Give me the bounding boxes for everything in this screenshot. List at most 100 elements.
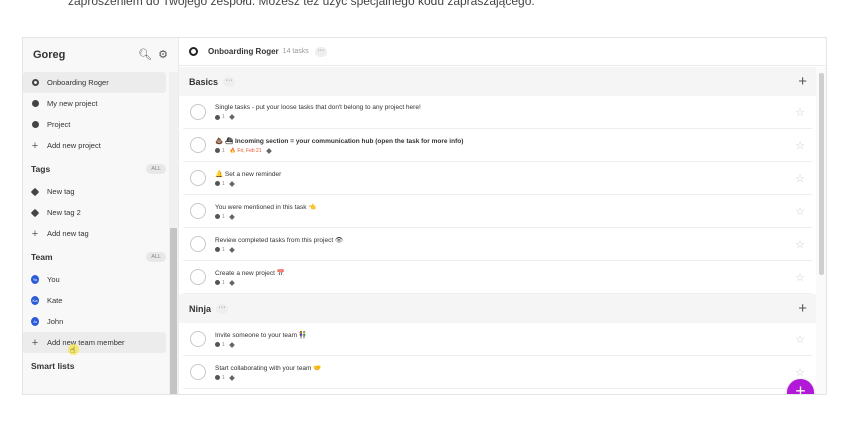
task-list: Basics ··· + Single tasks - put your loose … bbox=[179, 67, 816, 394]
main-panel: Onboarding Roger 14 tasks ··· Basics ··· +… bbox=[179, 38, 826, 394]
tags-title: Tags bbox=[31, 163, 51, 174]
star-icon[interactable]: ☆ bbox=[788, 271, 812, 284]
team-all-button[interactable]: ALL bbox=[146, 251, 166, 262]
main-scrollbar[interactable] bbox=[816, 67, 826, 394]
smart-lists-header[interactable]: Smart lists bbox=[23, 353, 166, 378]
star-icon[interactable]: ☆ bbox=[788, 366, 812, 379]
task-title[interactable]: Create a new project 📅 bbox=[215, 269, 788, 277]
project-header: Onboarding Roger 14 tasks ··· bbox=[179, 38, 826, 66]
section-more-button[interactable]: ··· bbox=[216, 303, 229, 314]
project-ring-icon bbox=[189, 47, 198, 56]
section-header: Basics ··· + bbox=[179, 67, 816, 96]
task-row[interactable]: Review completed tasks from this project… bbox=[183, 228, 812, 261]
task-row[interactable]: Create a new project 📅 1 ☆ bbox=[183, 261, 812, 294]
task-meta: 1 bbox=[215, 181, 788, 187]
add-team-member-button[interactable]: + Add new team member bbox=[23, 332, 166, 353]
task-row[interactable]: Single tasks - put your loose tasks that… bbox=[183, 96, 812, 129]
add-tag-button[interactable]: + Add new tag bbox=[23, 223, 166, 244]
task-checkbox[interactable] bbox=[190, 137, 206, 153]
sidebar-tag-new-tag[interactable]: New tag bbox=[23, 181, 166, 202]
sidebar-scrollbar[interactable] bbox=[169, 72, 178, 394]
task-comment-count: 1 bbox=[222, 114, 225, 120]
task-body: 💩 ⛴ Incoming section = your communicatio… bbox=[215, 137, 788, 154]
star-icon[interactable]: ☆ bbox=[788, 139, 812, 152]
dot-icon bbox=[31, 100, 39, 108]
team-title: Team bbox=[31, 251, 53, 262]
task-meta: 1 bbox=[215, 214, 788, 220]
task-body: Review completed tasks from this project… bbox=[215, 236, 788, 253]
workspace-name[interactable]: Goreg bbox=[33, 49, 134, 61]
task-checkbox[interactable] bbox=[190, 331, 206, 347]
project-more-button[interactable]: ··· bbox=[314, 46, 327, 57]
task-checkbox[interactable] bbox=[190, 236, 206, 252]
sidebar-item-label: You bbox=[47, 275, 60, 284]
star-icon[interactable]: ☆ bbox=[788, 238, 812, 251]
main-scrollbar-thumb[interactable] bbox=[819, 73, 824, 275]
task-title[interactable]: You were mentioned in this task 👈 bbox=[215, 203, 788, 211]
add-task-plus-icon[interactable]: + bbox=[798, 73, 807, 90]
tags-all-button[interactable]: ALL bbox=[146, 163, 166, 174]
task-comment-count: 1 bbox=[222, 180, 225, 187]
task-meta: 1 bbox=[215, 280, 788, 286]
sidebar-tag-new-tag-2[interactable]: New tag 2 bbox=[23, 202, 166, 223]
add-project-button[interactable]: + Add new project bbox=[23, 135, 166, 156]
tag-icon bbox=[228, 374, 235, 381]
comment-icon bbox=[215, 280, 220, 285]
task-comment-count: 1 bbox=[222, 341, 225, 348]
avatar: Yo bbox=[31, 275, 39, 284]
task-row[interactable]: Start collaborating with your team 🤝 1 ☆ bbox=[183, 356, 812, 389]
comment-icon bbox=[215, 214, 220, 219]
star-icon[interactable]: ☆ bbox=[788, 333, 812, 346]
star-icon[interactable]: ☆ bbox=[788, 106, 812, 119]
task-checkbox[interactable] bbox=[190, 203, 206, 219]
search-icon[interactable]: 🔍︎ bbox=[138, 48, 152, 62]
task-checkbox[interactable] bbox=[190, 170, 206, 186]
task-title[interactable]: Single tasks - put your loose tasks that… bbox=[215, 104, 788, 111]
task-comment-count: 1 bbox=[222, 279, 225, 286]
task-row[interactable]: Invite someone to your team 👫 1 ☆ bbox=[183, 323, 812, 356]
sidebar-scrollbar-thumb[interactable] bbox=[170, 228, 177, 394]
sidebar-item-label: Kate bbox=[47, 296, 63, 305]
task-title[interactable]: Review completed tasks from this project… bbox=[215, 236, 788, 244]
sidebar-member-you[interactable]: Yo You bbox=[23, 269, 166, 290]
task-title[interactable]: 🔔 Set a new reminder bbox=[215, 170, 788, 178]
sidebar-project-project[interactable]: Project bbox=[23, 114, 166, 135]
top-caption: zaproszeniem do Twojego zespołu. Możesz … bbox=[68, 0, 535, 8]
comment-icon bbox=[215, 342, 220, 347]
tag-icon bbox=[228, 213, 235, 220]
sidebar-project-onboarding[interactable]: Onboarding Roger bbox=[23, 72, 166, 93]
task-title[interactable]: Invite someone to your team 👫 bbox=[215, 331, 788, 339]
comment-icon bbox=[215, 247, 220, 252]
star-icon[interactable]: ☆ bbox=[788, 205, 812, 218]
task-body: 🔔 Set a new reminder 1 bbox=[215, 170, 788, 187]
task-row[interactable]: 🔔 Set a new reminder 1 ☆ bbox=[183, 162, 812, 195]
task-title[interactable]: 💩 ⛴ Incoming section = your communicatio… bbox=[215, 137, 788, 145]
sidebar-item-label: Project bbox=[47, 120, 71, 129]
task-checkbox[interactable] bbox=[190, 269, 206, 285]
smart-lists-title: Smart lists bbox=[31, 360, 75, 371]
gear-icon[interactable]: ⚙ bbox=[156, 48, 170, 62]
add-task-plus-icon[interactable]: + bbox=[798, 300, 807, 317]
project-title[interactable]: Onboarding Roger bbox=[208, 47, 279, 56]
sidebar-item-label: Onboarding Roger bbox=[47, 78, 109, 87]
task-meta: 1 bbox=[215, 342, 788, 348]
sidebar-member-kate[interactable]: Ka Kate bbox=[23, 290, 166, 311]
task-title[interactable]: Start collaborating with your team 🤝 bbox=[215, 364, 788, 372]
section-more-button[interactable]: ··· bbox=[223, 76, 236, 87]
section-name[interactable]: Ninja bbox=[189, 304, 211, 314]
hand-cursor-icon: ☝ bbox=[70, 345, 76, 355]
task-row[interactable]: You were mentioned in this task 👈 1 ☆ bbox=[183, 195, 812, 228]
sidebar-item-label: My new project bbox=[47, 99, 98, 108]
comment-icon bbox=[215, 148, 220, 153]
sidebar-item-label: Add new tag bbox=[47, 229, 89, 238]
team-section-header: Team ALL bbox=[23, 244, 166, 269]
task-comment-count: 1 bbox=[222, 147, 225, 154]
avatar: Ka bbox=[31, 296, 39, 305]
sidebar-member-john[interactable]: Jo John bbox=[23, 311, 166, 332]
task-row[interactable]: 💩 ⛴ Incoming section = your communicatio… bbox=[183, 129, 812, 162]
star-icon[interactable]: ☆ bbox=[788, 172, 812, 185]
sidebar-project-my-new-project[interactable]: My new project bbox=[23, 93, 166, 114]
task-checkbox[interactable] bbox=[190, 104, 206, 120]
task-checkbox[interactable] bbox=[190, 364, 206, 380]
section-name[interactable]: Basics bbox=[189, 77, 218, 87]
